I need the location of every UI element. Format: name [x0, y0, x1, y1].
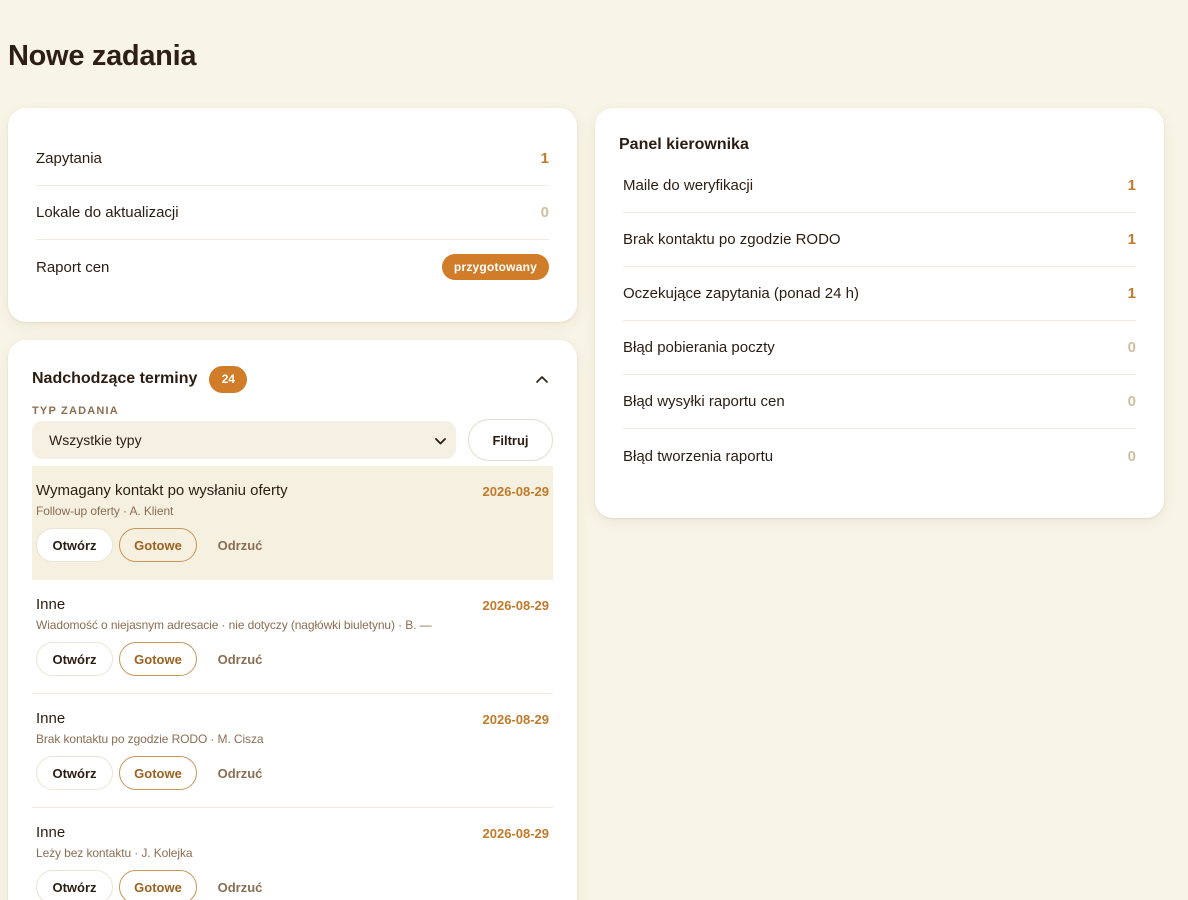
filter-button[interactable]: Filtruj: [468, 419, 553, 461]
reject-button[interactable]: Odrzuć: [205, 870, 275, 900]
task-date: 2026-08-29: [482, 484, 550, 499]
chevron-up-icon[interactable]: [533, 370, 551, 388]
manager-row-count: 0: [1127, 339, 1136, 356]
manager-panel-card: Panel kierownika Maile do weryfikacji 1 …: [595, 108, 1164, 518]
manager-row[interactable]: Błąd tworzenia raportu 0: [623, 429, 1136, 483]
filter-row: Wszystkie typy Filtruj: [32, 419, 553, 461]
manager-row-label: Brak kontaktu po zgodzie RODO: [623, 231, 841, 248]
manager-row-count: 0: [1127, 447, 1136, 465]
task-title: Inne: [36, 824, 66, 841]
task-item[interactable]: Inne 2026-08-29 Brak kontaktu po zgodzie…: [32, 694, 553, 808]
open-button[interactable]: Otwórz: [36, 756, 113, 790]
reject-button[interactable]: Odrzuć: [205, 642, 275, 676]
task-actions: Otwórz Gotowe Odrzuć: [36, 642, 549, 676]
manager-row-count: 1: [1127, 177, 1136, 194]
task-item[interactable]: Inne 2026-08-29 Wiadomość o niejasnym ad…: [32, 580, 553, 694]
done-button[interactable]: Gotowe: [119, 528, 197, 562]
task-title: Inne: [36, 710, 66, 727]
task-date: 2026-08-29: [482, 598, 550, 613]
task-subtitle: Follow-up oferty · A. Klient: [36, 504, 174, 518]
upcoming-count-badge: 24: [209, 365, 248, 393]
status-badge: przygotowany: [441, 254, 549, 280]
manager-row[interactable]: Maile do weryfikacji 1: [623, 159, 1136, 213]
open-button[interactable]: Otwórz: [36, 870, 113, 900]
manager-row[interactable]: Oczekujące zapytania (ponad 24 h) 1: [623, 267, 1136, 321]
open-button[interactable]: Otwórz: [36, 528, 113, 562]
summary-row-inquiries[interactable]: Zapytania 1: [36, 132, 549, 186]
task-item[interactable]: Wymagany kontakt po wysłaniu oferty 2026…: [32, 466, 553, 580]
reject-button[interactable]: Odrzuć: [205, 528, 275, 562]
task-actions: Otwórz Gotowe Odrzuć: [36, 870, 549, 900]
manager-row-label: Błąd tworzenia raportu: [623, 447, 774, 465]
task-date: 2026-08-29: [482, 826, 550, 841]
summary-count: 0: [540, 204, 549, 221]
manager-row-label: Maile do weryfikacji: [623, 177, 754, 194]
task-type-value: Wszystkie typy: [49, 432, 142, 448]
task-subtitle: Leży bez kontaktu · J. Kolejka: [36, 846, 193, 860]
task-date: 2026-08-29: [482, 712, 550, 727]
task-item[interactable]: Inne 2026-08-29 Leży bez kontaktu · J. K…: [32, 808, 553, 900]
summary-label: Raport cen: [36, 258, 110, 276]
task-title: Inne: [36, 596, 66, 613]
summary-label: Lokale do aktualizacji: [36, 204, 179, 221]
done-button[interactable]: Gotowe: [119, 870, 197, 900]
chevron-down-icon: [435, 432, 446, 448]
new-tasks-card: Zapytania 1 Lokale do aktualizacji 0 Rap…: [8, 108, 577, 322]
task-subtitle: Brak kontaktu po zgodzie RODO · M. Cisza: [36, 732, 264, 746]
manager-row[interactable]: Brak kontaktu po zgodzie RODO 1: [623, 213, 1136, 267]
task-type-select[interactable]: Wszystkie typy: [32, 421, 456, 459]
manager-row-label: Błąd pobierania poczty: [623, 339, 775, 356]
upcoming-header[interactable]: Nadchodzące terminy 24: [32, 365, 553, 393]
open-button[interactable]: Otwórz: [36, 642, 113, 676]
summary-count: 1: [540, 150, 549, 167]
task-actions: Otwórz Gotowe Odrzuć: [36, 528, 549, 562]
page-title: Nowe zadania: [8, 40, 197, 72]
summary-row-premises[interactable]: Lokale do aktualizacji 0: [36, 186, 549, 240]
done-button[interactable]: Gotowe: [119, 756, 197, 790]
task-subtitle: Wiadomość o niejasnym adresacie · nie do…: [36, 618, 432, 632]
manager-row-label: Błąd wysyłki raportu cen: [623, 393, 785, 410]
manager-panel-title: Panel kierownika: [619, 136, 749, 153]
manager-row-count: 1: [1127, 285, 1136, 302]
manager-row-label: Oczekujące zapytania (ponad 24 h): [623, 285, 859, 302]
manager-row-count: 0: [1127, 393, 1136, 410]
summary-label: Zapytania: [36, 150, 102, 167]
done-button[interactable]: Gotowe: [119, 642, 197, 676]
filter-label: TYP ZADANIA: [32, 405, 119, 417]
task-actions: Otwórz Gotowe Odrzuć: [36, 756, 549, 790]
summary-row-price-report[interactable]: Raport cen przygotowany: [36, 240, 549, 294]
manager-row[interactable]: Błąd pobierania poczty 0: [623, 321, 1136, 375]
manager-row[interactable]: Błąd wysyłki raportu cen 0: [623, 375, 1136, 429]
manager-row-count: 1: [1127, 231, 1136, 248]
task-title: Wymagany kontakt po wysłaniu oferty: [36, 482, 288, 499]
upcoming-title: Nadchodzące terminy: [32, 370, 198, 387]
upcoming-card: Nadchodzące terminy 24 TYP ZADANIA Wszys…: [8, 340, 577, 900]
reject-button[interactable]: Odrzuć: [205, 756, 275, 790]
